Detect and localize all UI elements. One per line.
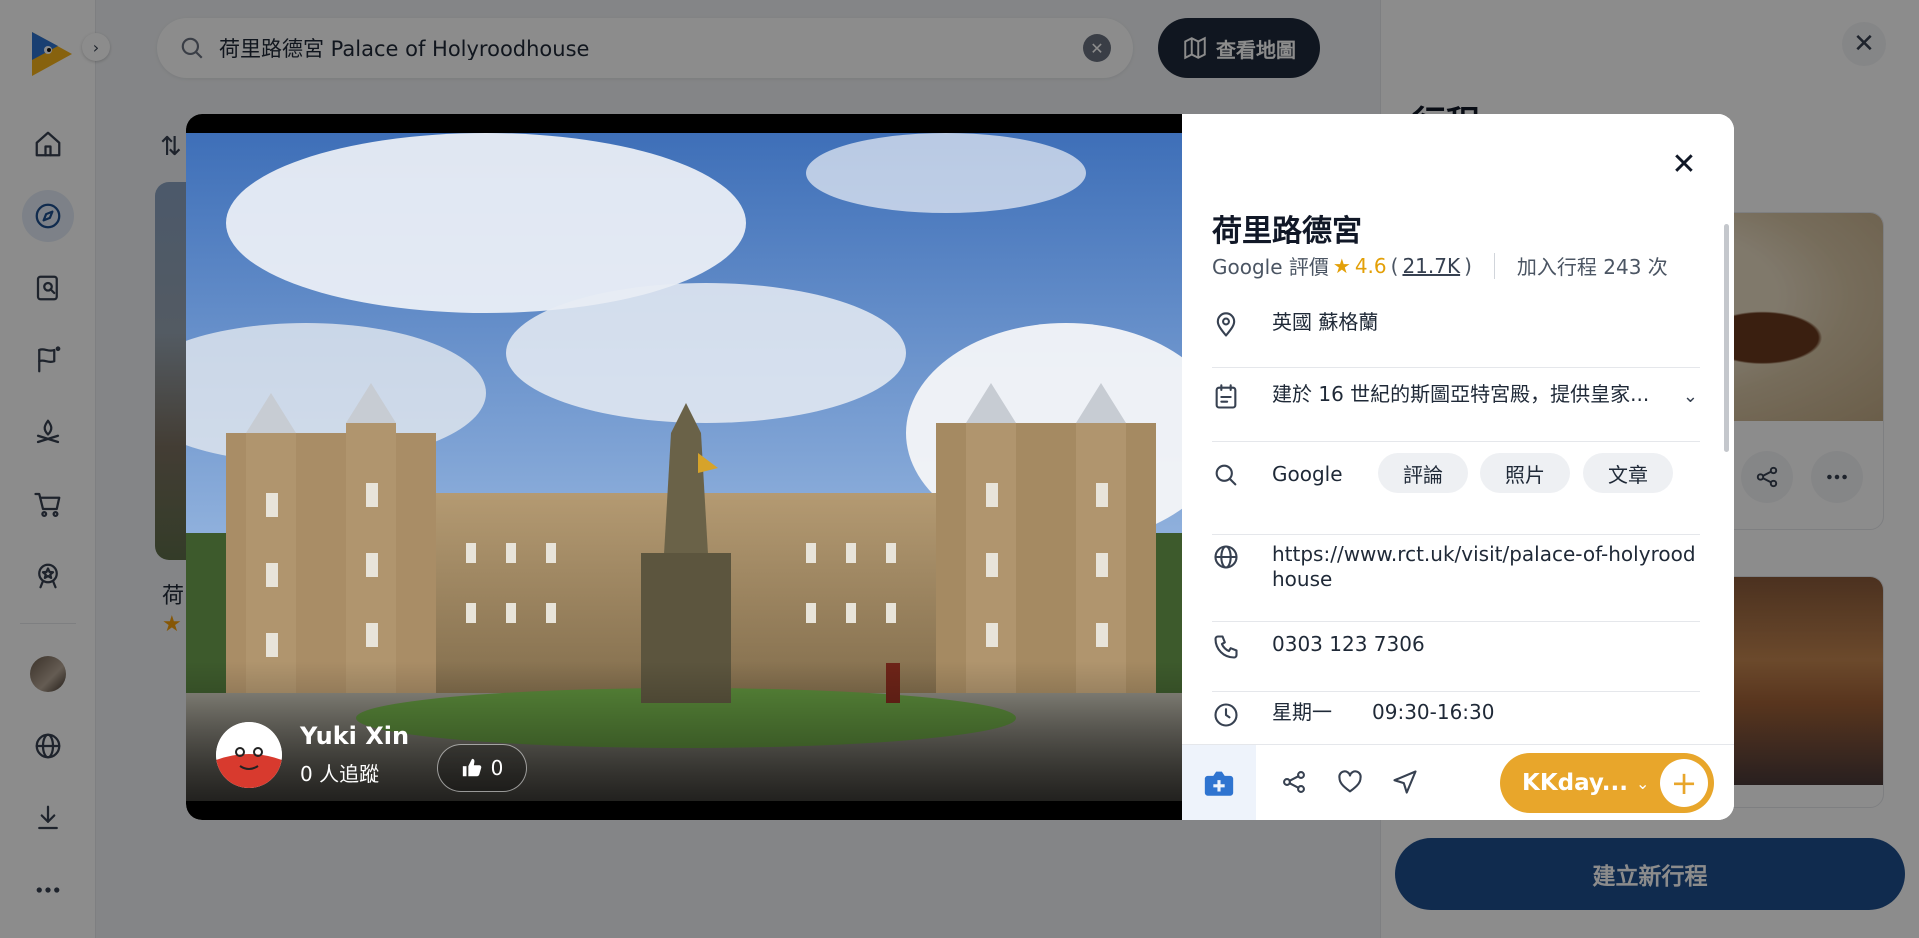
website-link[interactable]: https://www.rct.uk/visit/palace-of-holyr… <box>1272 542 1700 592</box>
place-info-panel: ✕ 荷里路德宮 Google 評價 ★ 4.6 ( 21.7K ) 加入行程 2… <box>1182 114 1734 820</box>
hours-time: 09:30-16:30 <box>1372 700 1495 724</box>
rating-source: Google 評價 <box>1212 255 1329 279</box>
info-scrollbar[interactable] <box>1724 224 1729 452</box>
added-to-trips-count: 加入行程 243 次 <box>1516 255 1668 279</box>
add-photo-icon <box>1204 771 1234 796</box>
location-text: 英國 蘇格蘭 <box>1272 310 1379 334</box>
search-row: Google 評論 照片 文章 <box>1212 453 1700 535</box>
chip-reviews[interactable]: 評論 <box>1378 453 1468 493</box>
description-row[interactable]: 建於 16 世紀的斯圖亞特宮殿，提供皇家... ⌄ <box>1212 382 1700 442</box>
chip-articles[interactable]: 文章 <box>1583 453 1673 493</box>
description-text: 建於 16 世紀的斯圖亞特宮殿，提供皇家... <box>1272 382 1650 406</box>
globe-icon <box>1214 545 1238 569</box>
phone-icon <box>1214 635 1238 659</box>
add-photo-button[interactable] <box>1182 745 1256 820</box>
rating-paren-open: ( <box>1390 253 1399 278</box>
chevron-down-icon: ⌄ <box>1636 773 1650 793</box>
author-followers: 0 人追蹤 <box>300 762 380 786</box>
search-icon <box>1215 464 1237 486</box>
author-avatar[interactable] <box>216 722 282 788</box>
modal-close-button[interactable]: ✕ <box>1664 144 1704 184</box>
heart-icon <box>1338 770 1362 793</box>
phone-number[interactable]: 0303 123 7306 <box>1272 632 1425 657</box>
star-icon: ★ <box>1332 253 1351 278</box>
close-icon: ✕ <box>1671 146 1697 182</box>
location-row[interactable]: 英國 蘇格蘭 <box>1212 310 1700 368</box>
rating-divider <box>1493 252 1495 279</box>
book-provider-label: KKday... <box>1522 770 1629 796</box>
clock-icon <box>1214 703 1238 727</box>
rating-paren-close: ) <box>1464 253 1472 278</box>
rating-score: 4.6 <box>1354 253 1387 278</box>
hours-row[interactable]: 星期一 09:30-16:30 <box>1212 700 1700 740</box>
place-detail-modal: Yuki Xin 0 人追蹤 0 ✕ 荷里路德宮 Google 評價 ★ 4.6… <box>186 114 1734 820</box>
website-row[interactable]: https://www.rct.uk/visit/palace-of-holyr… <box>1212 542 1700 622</box>
like-count: 0 <box>490 756 504 780</box>
share-button[interactable] <box>1277 765 1311 799</box>
place-title: 荷里路德宮 <box>1212 214 1362 249</box>
share-icon <box>1283 771 1305 793</box>
chip-photos[interactable]: 照片 <box>1480 453 1570 493</box>
chevron-down-icon[interactable]: ⌄ <box>1683 386 1698 407</box>
note-icon <box>1215 384 1237 409</box>
book-dropdown-button[interactable]: KKday... ⌄ + <box>1500 753 1714 813</box>
place-rating: Google 評價 ★ 4.6 ( 21.7K ) 加入行程 243 次 <box>1212 251 1668 280</box>
modal-action-bar: KKday... ⌄ + <box>1182 744 1734 820</box>
like-button[interactable]: 0 <box>437 744 527 792</box>
map-pin-icon <box>1216 312 1236 337</box>
plus-icon: + <box>1670 764 1698 802</box>
send-icon <box>1393 770 1417 794</box>
photo-viewer: Yuki Xin 0 人追蹤 0 <box>186 114 1182 820</box>
add-to-trip-button[interactable]: + <box>1660 759 1708 807</box>
favorite-button[interactable] <box>1333 765 1367 799</box>
rating-count-link[interactable]: 21.7K <box>1402 254 1460 278</box>
navigate-button[interactable] <box>1388 765 1422 799</box>
search-source-label: Google <box>1272 462 1343 486</box>
thumbs-up-icon <box>462 758 481 777</box>
hours-day: 星期一 <box>1272 700 1332 724</box>
phone-row[interactable]: 0303 123 7306 <box>1212 632 1700 692</box>
author-name[interactable]: Yuki Xin <box>300 722 409 750</box>
